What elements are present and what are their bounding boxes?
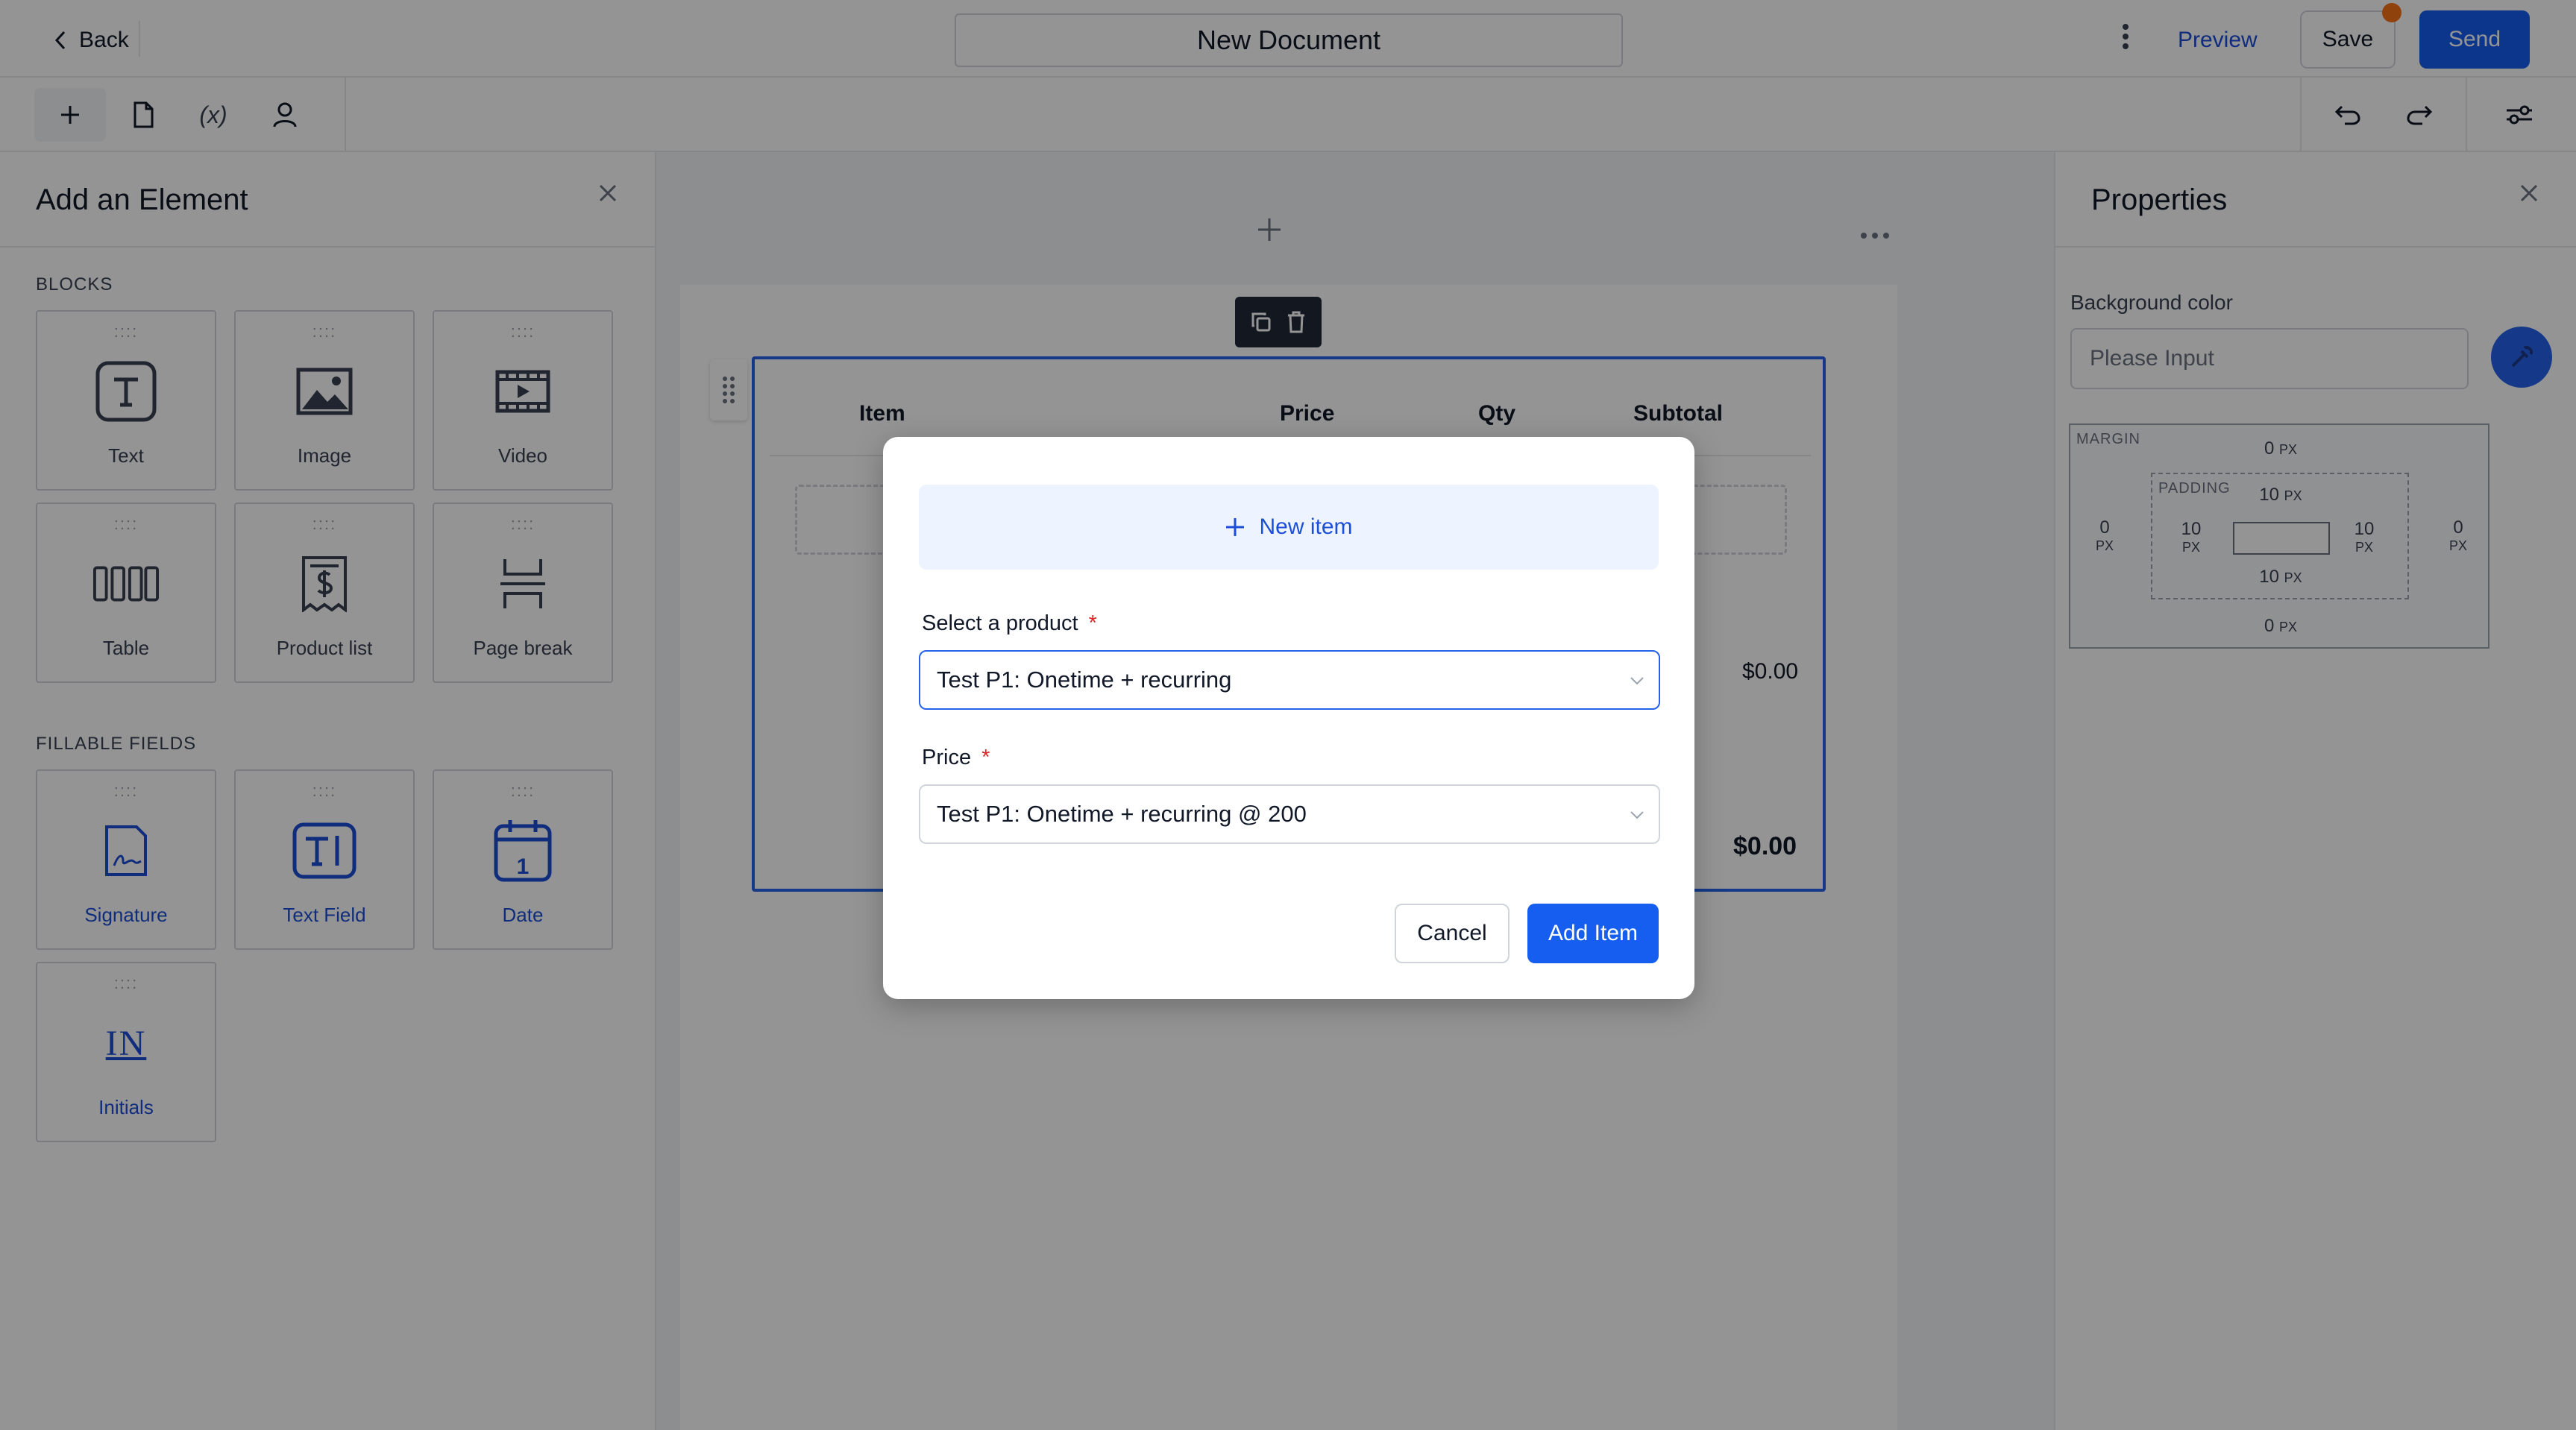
add-item-button[interactable]: Add Item [1527, 904, 1659, 963]
add-item-dialog: New item Select a product * Test P1: Onet… [883, 437, 1694, 999]
plus-icon [1226, 518, 1245, 536]
product-field-label: Select a product * [922, 611, 1097, 635]
chevron-down-icon [1630, 677, 1644, 685]
required-marker: * [981, 746, 990, 769]
price-field-label: Price * [922, 746, 990, 769]
price-select-value: Test P1: Onetime + recurring @ 200 [937, 801, 1307, 827]
new-item-label: New item [1259, 514, 1353, 539]
required-marker: * [1088, 611, 1097, 635]
product-select-value: Test P1: Onetime + recurring [937, 667, 1232, 693]
chevron-down-icon [1630, 811, 1644, 819]
price-select[interactable]: Test P1: Onetime + recurring @ 200 [919, 784, 1660, 844]
product-select[interactable]: Test P1: Onetime + recurring [919, 650, 1660, 710]
new-item-button[interactable]: New item [919, 485, 1659, 570]
cancel-button[interactable]: Cancel [1395, 904, 1510, 963]
